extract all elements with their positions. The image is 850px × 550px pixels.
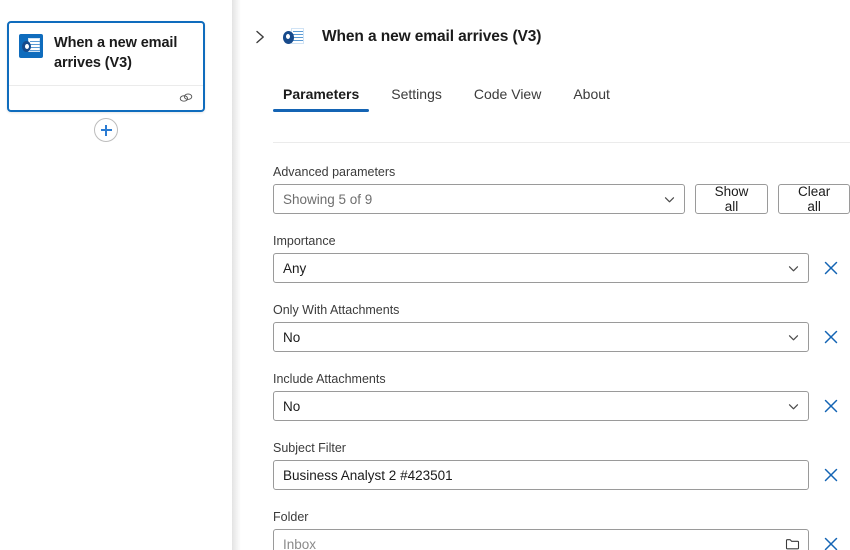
field-folder-delete-icon[interactable] bbox=[821, 534, 841, 550]
field-only-with-attachments-label: Only With Attachments bbox=[273, 302, 850, 318]
page-title: When a new email arrives (V3) bbox=[322, 28, 541, 46]
field-subject-filter-delete-icon[interactable] bbox=[821, 465, 841, 485]
folder-icon[interactable] bbox=[785, 537, 800, 550]
tab-about[interactable]: About bbox=[563, 86, 620, 112]
field-subject-filter: Subject Filter Business Analyst 2 #42350… bbox=[273, 440, 850, 490]
chevron-right-icon[interactable] bbox=[251, 28, 269, 46]
advanced-parameters-row: Showing 5 of 9 Show all Clear all bbox=[273, 184, 850, 214]
field-folder: Folder Inbox bbox=[273, 509, 850, 550]
advanced-parameters-group: Advanced parameters Showing 5 of 9 Show … bbox=[273, 164, 850, 214]
field-include-attachments: Include Attachments No bbox=[273, 371, 850, 421]
parameters-form: Advanced parameters Showing 5 of 9 Show … bbox=[273, 164, 850, 550]
field-include-attachments-value: No bbox=[283, 399, 781, 414]
field-include-attachments-delete-icon[interactable] bbox=[821, 396, 841, 416]
tabs-divider bbox=[273, 142, 850, 143]
flow-card-footer bbox=[9, 85, 203, 110]
field-importance: Importance Any bbox=[273, 233, 850, 283]
detail-panel: When a new email arrives (V3) Parameters… bbox=[241, 0, 850, 550]
field-importance-delete-icon[interactable] bbox=[821, 258, 841, 278]
field-folder-label: Folder bbox=[273, 509, 850, 525]
detail-header: When a new email arrives (V3) bbox=[241, 0, 850, 56]
chevron-down-icon bbox=[787, 262, 800, 275]
advanced-parameters-select[interactable]: Showing 5 of 9 bbox=[273, 184, 685, 214]
add-step-button[interactable] bbox=[94, 118, 118, 142]
field-importance-value: Any bbox=[283, 261, 781, 276]
header-outlook-icon bbox=[280, 23, 308, 51]
field-only-with-attachments-dropdown[interactable]: No bbox=[273, 322, 809, 352]
panel-divider bbox=[232, 0, 241, 550]
field-importance-dropdown[interactable]: Any bbox=[273, 253, 809, 283]
tab-list: Parameters Settings Code View About bbox=[241, 68, 850, 112]
tab-parameters[interactable]: Parameters bbox=[273, 86, 369, 112]
field-folder-value: Inbox bbox=[283, 537, 779, 550]
field-folder-picker[interactable]: Inbox bbox=[273, 529, 809, 550]
flow-card-body: When a new email arrives (V3) bbox=[9, 23, 203, 85]
tab-code-view[interactable]: Code View bbox=[464, 86, 551, 112]
field-only-with-attachments-delete-icon[interactable] bbox=[821, 327, 841, 347]
chevron-down-icon bbox=[787, 400, 800, 413]
field-only-with-attachments: Only With Attachments No bbox=[273, 302, 850, 352]
advanced-parameters-value: Showing 5 of 9 bbox=[283, 192, 657, 207]
flow-canvas-panel: When a new email arrives (V3) bbox=[0, 0, 232, 550]
flow-card-title: When a new email arrives (V3) bbox=[54, 33, 193, 73]
field-include-attachments-dropdown[interactable]: No bbox=[273, 391, 809, 421]
field-only-with-attachments-value: No bbox=[283, 330, 781, 345]
chevron-down-icon bbox=[787, 331, 800, 344]
field-include-attachments-label: Include Attachments bbox=[273, 371, 850, 387]
chevron-down-icon bbox=[663, 193, 676, 206]
tab-settings[interactable]: Settings bbox=[381, 86, 452, 112]
field-subject-filter-value: Business Analyst 2 #423501 bbox=[283, 468, 800, 483]
field-importance-label: Importance bbox=[273, 233, 850, 249]
flow-trigger-card[interactable]: When a new email arrives (V3) bbox=[7, 21, 205, 112]
clear-all-button[interactable]: Clear all bbox=[778, 184, 850, 214]
advanced-parameters-label: Advanced parameters bbox=[273, 164, 850, 180]
show-all-button[interactable]: Show all bbox=[695, 184, 768, 214]
outlook-icon bbox=[19, 34, 43, 58]
flow-designer: When a new email arrives (V3) bbox=[0, 0, 850, 550]
field-subject-filter-input[interactable]: Business Analyst 2 #423501 bbox=[273, 460, 809, 490]
field-subject-filter-label: Subject Filter bbox=[273, 440, 850, 456]
link-icon[interactable] bbox=[178, 91, 194, 105]
